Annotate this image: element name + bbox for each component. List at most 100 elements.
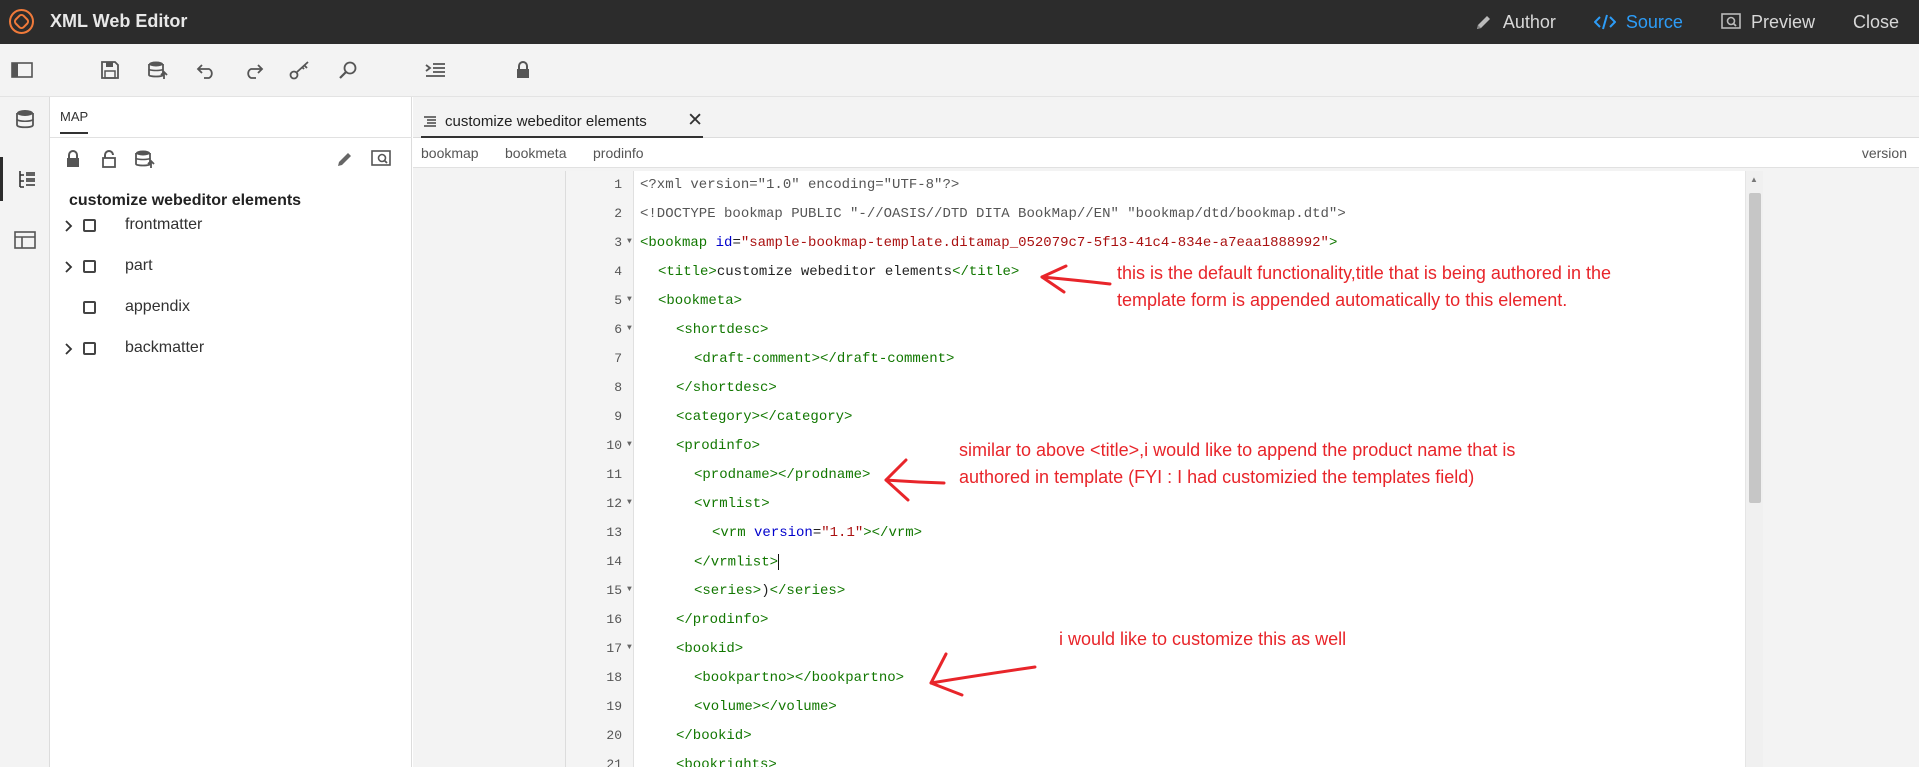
- code-line[interactable]: 21 <bookrights>: [566, 751, 1726, 767]
- fold-toggle-icon[interactable]: ▼: [627, 295, 632, 304]
- code-text: <prodinfo>: [676, 438, 761, 454]
- topic-checkbox[interactable]: [83, 342, 96, 355]
- top-bar: XML Web Editor Author Source Preview Clo…: [0, 0, 1919, 44]
- nav-source-label: Source: [1625, 11, 1683, 32]
- code-line[interactable]: 15 ▼ <series>)</series>: [566, 577, 1726, 606]
- code-text: <shortdesc>: [676, 322, 769, 338]
- lock-icon[interactable]: [511, 58, 535, 82]
- line-number: 15: [606, 583, 622, 598]
- nav-close-label: Close: [1852, 11, 1899, 32]
- scroll-up-icon[interactable]: ▲: [1750, 175, 1758, 184]
- chevron-right-icon[interactable]: [64, 260, 74, 278]
- breadcrumb-item[interactable]: bookmeta: [505, 145, 566, 161]
- nav-author-label: Author: [1502, 11, 1556, 32]
- code-text: <volume></volume>: [694, 699, 837, 715]
- chevron-right-icon[interactable]: [64, 219, 74, 237]
- line-number: 11: [606, 467, 622, 482]
- fold-toggle-icon[interactable]: ▼: [627, 440, 632, 449]
- code-text: <series>)</series>: [694, 583, 846, 599]
- left-rail: [0, 97, 50, 767]
- tree-item-part[interactable]: part: [50, 251, 412, 281]
- save-map-icon[interactable]: [134, 148, 156, 170]
- tab-map[interactable]: MAP: [60, 109, 89, 134]
- breadcrumb-item[interactable]: prodinfo: [593, 145, 644, 161]
- annotation-note-bookpartno: i would like to customize this as well: [1059, 629, 1347, 649]
- code-text: <prodname></prodname>: [694, 467, 871, 483]
- map-preview-icon[interactable]: [370, 148, 392, 170]
- vertical-scrollbar[interactable]: ▲: [1745, 171, 1763, 767]
- undo-icon[interactable]: [194, 58, 218, 82]
- code-line[interactable]: 20 </bookid>: [566, 722, 1726, 751]
- line-number: 20: [606, 728, 622, 743]
- code-line[interactable]: 14 </vrmlist>: [566, 548, 1726, 577]
- tree-item-label: backmatter: [125, 339, 205, 356]
- topic-checkbox[interactable]: [83, 260, 96, 273]
- code-line[interactable]: 13 <vrm version="1.1"></vrm>: [566, 519, 1726, 548]
- nav-preview[interactable]: Preview: [1721, 12, 1815, 33]
- line-number: 9: [614, 409, 622, 424]
- redo-icon[interactable]: [242, 58, 266, 82]
- nav-close[interactable]: Close: [1853, 12, 1899, 33]
- code-text: <title>customize webeditor elements</tit…: [658, 264, 1020, 280]
- fold-toggle-icon[interactable]: ▼: [627, 643, 632, 652]
- annotation-text: this is the default functionality,title …: [1117, 263, 1611, 283]
- chevron-right-icon[interactable]: [64, 342, 74, 360]
- code-line[interactable]: 12 ▼ <vrmlist>: [566, 490, 1726, 519]
- code-text: <bookid>: [676, 641, 744, 657]
- repository-icon[interactable]: [0, 97, 50, 141]
- save-icon[interactable]: [98, 58, 122, 82]
- tree-item-backmatter[interactable]: backmatter: [50, 333, 412, 363]
- map-outline-icon: [423, 115, 437, 128]
- save-version-icon[interactable]: [146, 58, 170, 82]
- code-text: <vrmlist>: [694, 496, 770, 512]
- layout-icon[interactable]: [0, 218, 50, 262]
- code-line[interactable]: 2 <!DOCTYPE bookmap PUBLIC "-//OASIS//DT…: [566, 200, 1726, 229]
- code-text: <?xml version="1.0" encoding="UTF-8"?>: [640, 177, 960, 193]
- line-number: 6: [614, 322, 622, 337]
- lock-icon[interactable]: [62, 148, 84, 170]
- pencil-icon: [1475, 13, 1493, 31]
- code-line[interactable]: 19 <volume></volume>: [566, 693, 1726, 722]
- line-number: 12: [606, 496, 622, 511]
- panel-toggle-icon[interactable]: [10, 58, 34, 82]
- code-text: <category></category>: [676, 409, 853, 425]
- code-text: </prodinfo>: [676, 612, 769, 628]
- line-number: 1: [614, 177, 622, 192]
- scrollbar-thumb[interactable]: [1749, 193, 1761, 503]
- topic-checkbox[interactable]: [83, 219, 96, 232]
- code-line[interactable]: 6 ▼ <shortdesc>: [566, 316, 1726, 345]
- breadcrumb-item[interactable]: bookmap: [421, 145, 479, 161]
- code-line[interactable]: 3 ▼ <bookmap id="sample-bookmap-template…: [566, 229, 1726, 258]
- key-icon[interactable]: [288, 58, 312, 82]
- line-number: 5: [614, 293, 622, 308]
- fold-toggle-icon[interactable]: ▼: [627, 237, 632, 246]
- code-line[interactable]: 8 </shortdesc>: [566, 374, 1726, 403]
- code-text: <draft-comment></draft-comment>: [694, 351, 955, 367]
- close-icon[interactable]: ✕: [687, 109, 703, 132]
- code-line[interactable]: 7 <draft-comment></draft-comment>: [566, 345, 1726, 374]
- topic-checkbox[interactable]: [83, 301, 96, 314]
- map-outline-icon[interactable]: [0, 157, 50, 201]
- document-tab[interactable]: customize webeditor elements ✕: [421, 107, 703, 138]
- code-line[interactable]: 1 <?xml version="1.0" encoding="UTF-8"?>: [566, 171, 1726, 200]
- fold-toggle-icon[interactable]: ▼: [627, 498, 632, 507]
- find-icon[interactable]: [336, 58, 360, 82]
- code-line[interactable]: 9 <category></category>: [566, 403, 1726, 432]
- fold-toggle-icon[interactable]: ▼: [627, 585, 632, 594]
- line-number: 19: [606, 699, 622, 714]
- tree-item-appendix[interactable]: appendix: [50, 292, 412, 322]
- fold-toggle-icon[interactable]: ▼: [627, 324, 632, 333]
- edit-icon[interactable]: [334, 148, 356, 170]
- tree-item-frontmatter[interactable]: frontmatter: [50, 210, 412, 240]
- nav-author[interactable]: Author: [1475, 12, 1556, 33]
- annotation-note-title: this is the default functionality,title …: [1117, 260, 1611, 314]
- main-toolbar: [0, 44, 1919, 97]
- unlock-icon[interactable]: [98, 148, 120, 170]
- nav-source[interactable]: Source: [1593, 11, 1683, 33]
- indent-icon[interactable]: [423, 58, 447, 82]
- attribute-label[interactable]: version: [1862, 145, 1907, 161]
- code-line[interactable]: 18 <bookpartno></bookpartno>: [566, 664, 1726, 693]
- code-icon: [1593, 14, 1616, 30]
- line-number: 13: [606, 525, 622, 540]
- code-text: </vrmlist>: [694, 554, 780, 571]
